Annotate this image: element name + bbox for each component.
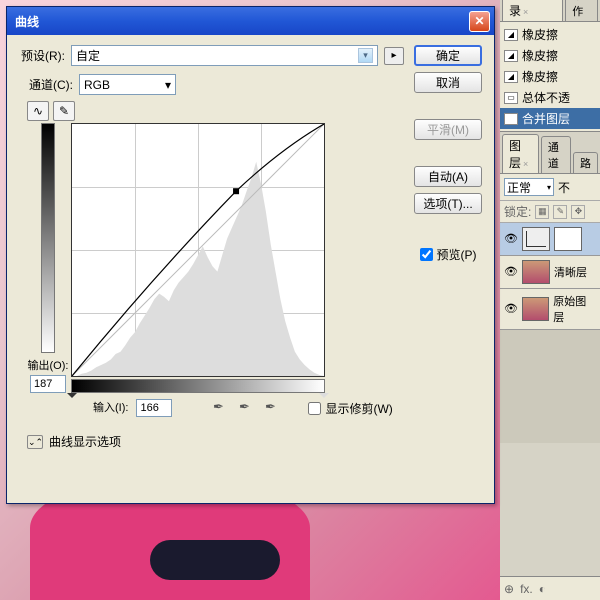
layers-header: 正常▾ 不 bbox=[500, 174, 600, 201]
layer-thumb[interactable] bbox=[522, 260, 550, 284]
layer-row[interactable]: 👁 原始图层 bbox=[500, 289, 600, 330]
output-label: 输出(O): bbox=[28, 357, 69, 373]
curve-tool-button[interactable]: ∿ bbox=[27, 101, 49, 121]
smooth-button: 平滑(M) bbox=[414, 119, 482, 140]
layer-name: 清晰层 bbox=[554, 264, 587, 280]
layers-list: 👁 👁 清晰层 👁 原始图层 bbox=[500, 223, 600, 443]
output-gradient bbox=[41, 123, 55, 353]
close-button[interactable]: ✕ bbox=[469, 11, 490, 32]
black-point-slider[interactable] bbox=[67, 393, 77, 403]
history-item[interactable]: ◢橡皮擦 bbox=[500, 66, 600, 87]
close-icon[interactable]: × bbox=[523, 7, 528, 17]
chevron-down-icon[interactable]: ▾ bbox=[165, 78, 171, 92]
input-input[interactable] bbox=[136, 399, 172, 417]
pencil-tool-button[interactable]: ✎ bbox=[53, 101, 75, 121]
blend-mode-combo[interactable]: 正常▾ bbox=[504, 178, 554, 196]
titlebar[interactable]: 曲线 ✕ bbox=[7, 7, 494, 35]
chevron-down-icon[interactable]: ▾ bbox=[358, 48, 373, 63]
expand-icon[interactable]: ⌄⌃ bbox=[27, 435, 43, 449]
eraser-icon: ◢ bbox=[504, 50, 518, 62]
preset-label: 预设(R): bbox=[21, 47, 65, 64]
eraser-icon: ◢ bbox=[504, 29, 518, 41]
close-icon[interactable]: × bbox=[523, 159, 528, 169]
eraser-icon: ◢ bbox=[504, 71, 518, 83]
opacity-icon: ▭ bbox=[504, 92, 518, 104]
input-label: 输入(I): bbox=[93, 399, 128, 415]
history-tabs: 历史记录× 动作 bbox=[500, 0, 600, 22]
layer-thumb[interactable] bbox=[522, 297, 549, 321]
gray-eyedropper-icon[interactable]: ✒ bbox=[234, 399, 254, 417]
white-eyedropper-icon[interactable]: ✒ bbox=[260, 399, 280, 417]
channel-combo[interactable]: RGB ▾ bbox=[79, 74, 176, 95]
dialog-title: 曲线 bbox=[11, 13, 469, 30]
panels-column: 历史记录× 动作 ◢橡皮擦 ◢橡皮擦 ◢橡皮擦 ▭总体不透 ▤合并图层 图层× … bbox=[500, 0, 600, 600]
link-icon[interactable]: ⊕ bbox=[504, 582, 514, 596]
visibility-icon[interactable]: 👁 bbox=[504, 265, 518, 279]
output-input[interactable] bbox=[30, 375, 66, 393]
cancel-button[interactable]: 取消 bbox=[414, 72, 482, 93]
layers-tabs: 图层× 通道 路 bbox=[500, 152, 600, 174]
preview-checkbox[interactable]: 预览(P) bbox=[420, 246, 477, 263]
fx-icon[interactable]: fx. bbox=[520, 582, 533, 596]
options-button[interactable]: 选项(T)... bbox=[414, 193, 482, 214]
lock-row: 锁定: ▦ ✎ ✥ bbox=[500, 201, 600, 223]
curves-graph[interactable] bbox=[71, 123, 325, 377]
preset-menu-button[interactable]: ▸ bbox=[384, 47, 404, 65]
ok-button[interactable]: 确定 bbox=[414, 45, 482, 66]
input-gradient bbox=[71, 379, 325, 393]
auto-button[interactable]: 自动(A) bbox=[414, 166, 482, 187]
preset-combo[interactable]: 自定 ▾ bbox=[71, 45, 378, 66]
tab-channels[interactable]: 通道 bbox=[541, 136, 571, 173]
tab-actions[interactable]: 动作 bbox=[565, 0, 598, 21]
white-point-slider[interactable] bbox=[319, 393, 329, 403]
history-item[interactable]: ◢橡皮擦 bbox=[500, 45, 600, 66]
black-eyedropper-icon[interactable]: ✒ bbox=[208, 399, 228, 417]
layers-footer: ⊕ fx. ◐ bbox=[500, 576, 600, 600]
curves-dialog: 曲线 ✕ 预设(R): 自定 ▾ ▸ 通道(C): RGB ▾ ∿ bbox=[6, 6, 495, 504]
visibility-icon[interactable]: 👁 bbox=[504, 302, 518, 316]
history-item[interactable]: ▤合并图层 bbox=[500, 108, 600, 129]
tab-paths[interactable]: 路 bbox=[573, 152, 598, 173]
tab-history[interactable]: 历史记录× bbox=[502, 0, 563, 21]
layer-row[interactable]: 👁 bbox=[500, 223, 600, 256]
layer-row[interactable]: 👁 清晰层 bbox=[500, 256, 600, 289]
tab-layers[interactable]: 图层× bbox=[502, 134, 539, 173]
layer-name: 原始图层 bbox=[553, 293, 596, 325]
adjustment-thumb[interactable] bbox=[522, 227, 550, 251]
opacity-label: 不 bbox=[558, 179, 570, 196]
expand-label[interactable]: 曲线显示选项 bbox=[49, 433, 121, 450]
history-item[interactable]: ◢橡皮擦 bbox=[500, 24, 600, 45]
mask-icon[interactable]: ◐ bbox=[539, 582, 546, 596]
channel-label: 通道(C): bbox=[29, 76, 73, 93]
history-list: ◢橡皮擦 ◢橡皮擦 ◢橡皮擦 ▭总体不透 ▤合并图层 bbox=[500, 22, 600, 132]
lock-brush-icon[interactable]: ✎ bbox=[553, 205, 567, 219]
visibility-icon[interactable]: 👁 bbox=[504, 232, 518, 246]
mask-thumb[interactable] bbox=[554, 227, 582, 251]
curve-line[interactable] bbox=[72, 124, 324, 376]
lock-pixels-icon[interactable]: ▦ bbox=[535, 205, 549, 219]
merge-icon: ▤ bbox=[504, 113, 518, 125]
history-item[interactable]: ▭总体不透 bbox=[500, 87, 600, 108]
lock-move-icon[interactable]: ✥ bbox=[571, 205, 585, 219]
